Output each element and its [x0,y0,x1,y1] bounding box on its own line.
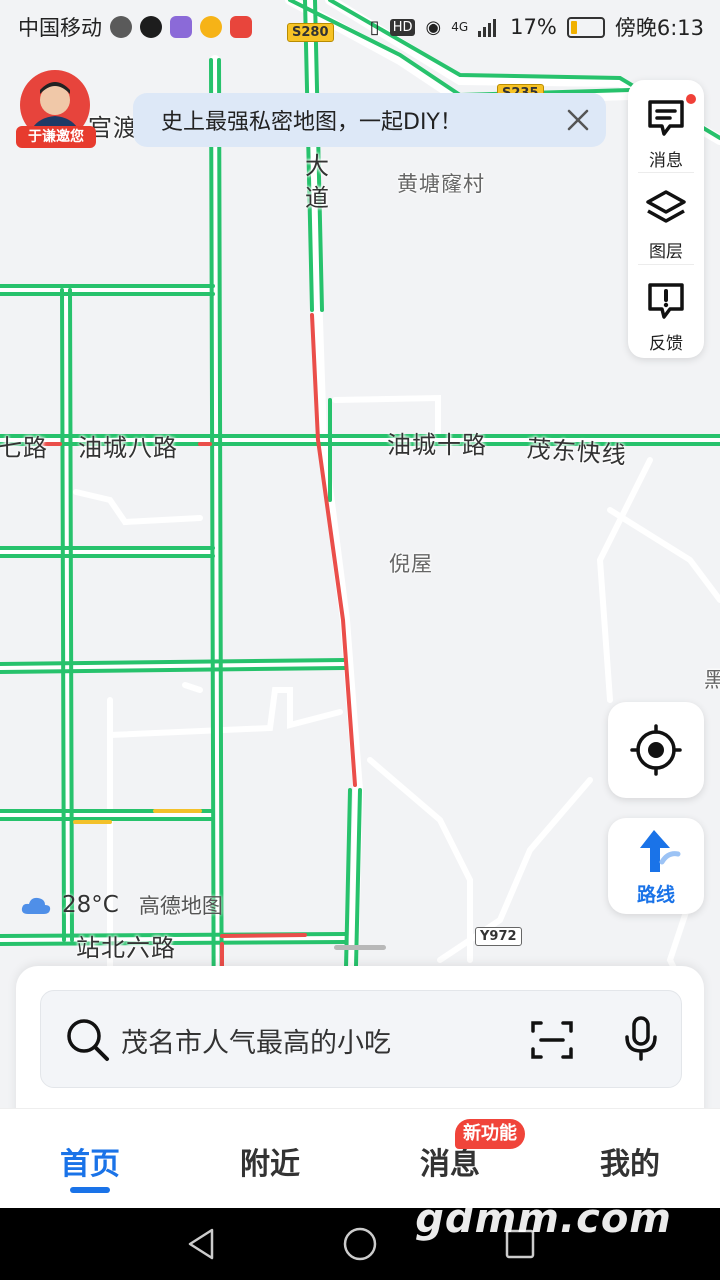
app-icon [230,16,252,38]
road-shield: S280 [287,23,334,42]
status-bar-left: 中国移动 [18,12,252,42]
new-feature-badge: 新功能 [455,1119,525,1149]
avatar-tag: 于谦邀您 [16,126,96,148]
map-label-place[interactable]: 黑 [704,664,720,694]
promo-avatar[interactable]: 于谦邀您 [16,70,96,148]
map-label-road[interactable]: 七路 [0,428,48,463]
feedback-button[interactable]: 反馈 [628,267,704,355]
map-label-road[interactable]: 油城十路 [387,425,487,460]
feedback-icon [648,283,684,319]
carrier-label: 中国移动 [18,16,102,40]
clock: 傍晚6:13 [614,16,704,40]
map-label-village[interactable]: 倪屋 [389,548,433,578]
map-label-road[interactable]: 茂东快线 [526,429,628,471]
microphone-icon[interactable] [621,1015,661,1063]
app-icon [170,16,192,38]
feedback-label: 反馈 [649,334,683,354]
map-label-village[interactable]: 黄塘窿村 [397,168,485,198]
unread-dot [686,94,696,104]
promo-banner[interactable]: 史上最强私密地图，一起DIY！ [133,93,606,147]
battery-icon [566,16,605,38]
search-input[interactable]: 茂名市人气最高的小吃 [121,1021,391,1060]
tab-nearby[interactable]: 附近 [180,1139,360,1183]
cloud-icon [21,897,51,914]
status-bar-right: ▯ HD ◉ 4G 17% 傍晚6:13 [370,12,704,42]
map-label-road[interactable]: 大道 [305,150,335,214]
banner-text: 史上最强私密地图，一起DIY！ [161,110,462,135]
weather-widget[interactable]: 28°C 高德地图 [20,890,223,920]
tiktok-icon [140,16,162,38]
close-icon[interactable] [564,106,592,134]
back-icon[interactable] [184,1226,218,1262]
map-label-road[interactable]: 站北六路 [76,928,176,963]
weather-temperature: 28°C [62,892,119,918]
watermark: gdmm.com [415,1196,672,1242]
search-bar[interactable]: 茂名市人气最高的小吃 [40,990,682,1088]
home-icon[interactable] [342,1226,378,1262]
layers-icon [646,190,686,223]
sun-icon [200,16,222,38]
tab-bar: 首页 附近 消息 新功能 我的 [0,1108,720,1209]
map-label-road[interactable]: 油城八路 [78,428,178,463]
signal-icon [478,19,497,37]
vibrate-icon: ▯ [369,16,380,38]
message-button[interactable]: 消息 [628,84,704,172]
message-label: 消息 [649,151,683,171]
eye-icon: ◉ [425,16,442,38]
locate-icon [630,724,682,776]
map-brand: 高德地图 [138,894,223,918]
route-label: 路线 [636,884,675,906]
layers-label: 图层 [649,242,683,262]
active-tab-indicator [70,1187,110,1193]
hd-icon: HD [389,18,416,36]
battery-percent: 17% [510,15,557,39]
message-icon [648,100,684,136]
route-button[interactable]: 路线 [608,818,704,914]
bottom-sheet: 茂名市人气最高的小吃 [16,966,704,1126]
network-type: 4G [451,20,469,34]
road-shield: Y972 [475,927,522,946]
map-tool-panel: 消息 图层 反馈 [628,80,704,358]
route-arrow-icon [640,830,681,872]
tab-profile[interactable]: 我的 [540,1139,720,1183]
layers-button[interactable]: 图层 [628,175,704,263]
sheet-drag-handle[interactable] [334,945,386,950]
scan-icon[interactable] [531,1019,573,1061]
search-icon [67,1019,109,1061]
wechat-icon [110,16,132,38]
tab-home[interactable]: 首页 [0,1139,180,1183]
locate-button[interactable] [608,702,704,798]
